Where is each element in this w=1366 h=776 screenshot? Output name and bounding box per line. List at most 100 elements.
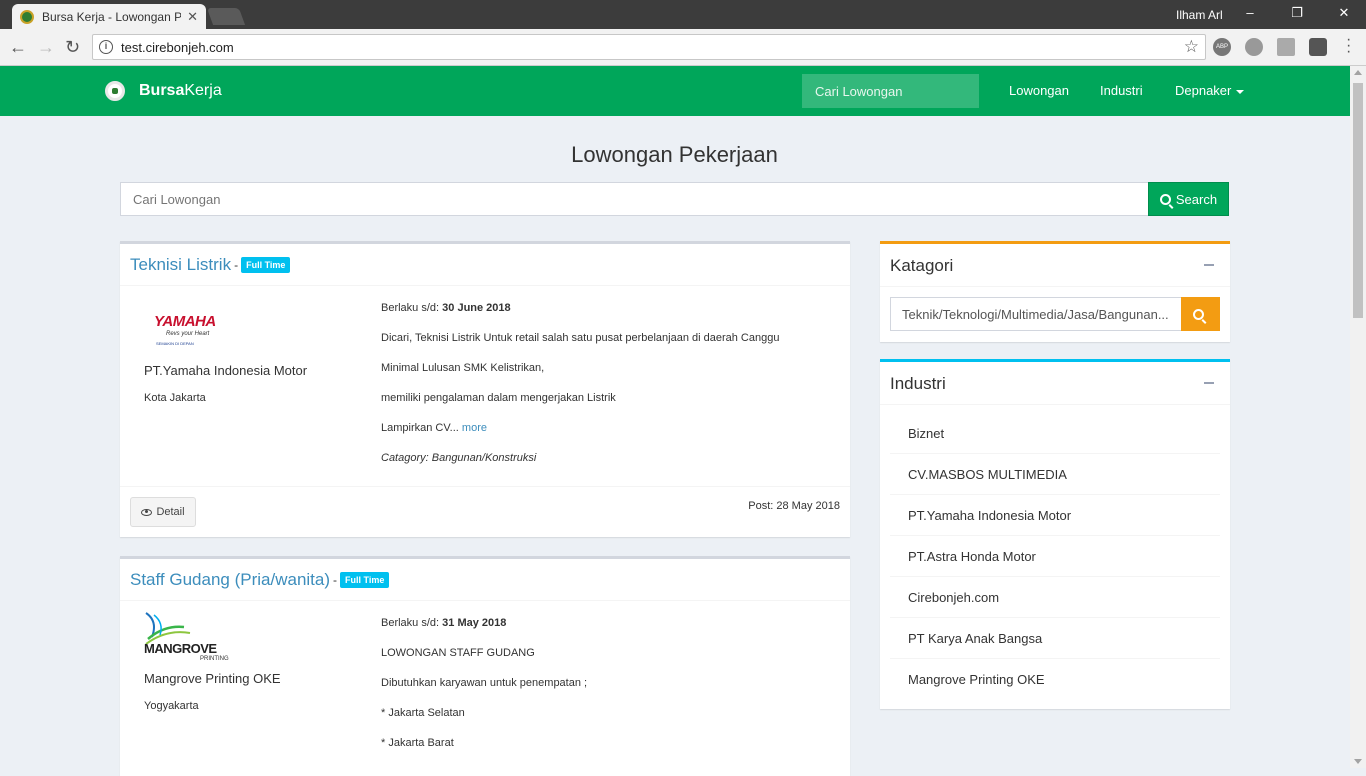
industri-item[interactable]: CV.MASBOS MULTIMEDIA	[890, 454, 1220, 495]
reload-icon[interactable]: ↻	[65, 38, 80, 56]
job-category: Catagory: Bangunan/Konstruksi	[381, 452, 537, 464]
nav-link-depnaker[interactable]: Depnaker	[1175, 83, 1245, 98]
industri-item[interactable]: Biznet	[890, 413, 1220, 454]
drive-extension-icon[interactable]	[1277, 38, 1295, 56]
description-line: memiliki pengalaman dalam mengerjakan Li…	[381, 392, 616, 404]
browser-menu-icon[interactable]: · · ·	[1346, 32, 1351, 60]
kategori-header: Katagori	[880, 244, 1230, 287]
close-tab-icon[interactable]: ✕	[187, 9, 198, 25]
search-icon	[1159, 193, 1171, 205]
bookmark-star-icon[interactable]: ☆	[1184, 37, 1199, 57]
forward-icon[interactable]: →	[37, 38, 55, 56]
job-card: Teknisi Listrik - Full Time YAMAHA Revs …	[120, 241, 850, 537]
nav-link-depnaker-label: Depnaker	[1175, 83, 1232, 98]
company-logo: YAMAHA Revs your Heart SEMAKIN DI DEPAN	[144, 299, 364, 357]
more-link[interactable]: more	[462, 422, 487, 434]
browser-toolbar: ← → ↻ i test.cirebonjeh.com ☆ ABP · · ·	[0, 29, 1366, 66]
navbar-search-input[interactable]: Cari Lowongan	[802, 74, 979, 108]
eye-icon	[141, 508, 153, 516]
restore-icon[interactable]: ❐	[1289, 5, 1305, 21]
brand-rest: Kerja	[184, 82, 222, 99]
search-icon	[1192, 308, 1204, 320]
description-line: * Jakarta Selatan	[381, 707, 465, 719]
company-city: Yogyakarta	[144, 700, 199, 712]
company-logo: MANGROVE PRINTING	[144, 611, 364, 663]
description-truncated: Lampirkan CV...	[381, 422, 459, 434]
yamaha-logo-tagline: Revs your Heart	[166, 331, 210, 337]
site-navbar: Bursa Kerja Cari Lowongan Lowongan Indust…	[0, 66, 1350, 116]
description-line: * Jakarta Barat	[381, 737, 454, 749]
kategori-search-button[interactable]	[1181, 297, 1220, 331]
job-card: Staff Gudang (Pria/wanita) - Full Time M…	[120, 556, 850, 776]
kategori-select[interactable]: Teknik/Teknologi/Multimedia/Jasa/Banguna…	[890, 297, 1182, 331]
job-title-link[interactable]: Teknisi Listrik	[130, 255, 231, 275]
brand-bold: Bursa	[139, 82, 185, 99]
company-name: Mangrove Printing OKE	[144, 671, 281, 686]
separator: -	[333, 572, 338, 587]
nav-link-lowongan[interactable]: Lowongan	[1009, 83, 1069, 98]
scroll-up-icon[interactable]	[1354, 70, 1362, 75]
industri-item[interactable]: PT.Astra Honda Motor	[890, 536, 1220, 577]
valid-label: Berlaku s/d:	[381, 302, 440, 314]
job-description: Berlaku s/d: 30 June 2018 Dicari, Teknis…	[381, 302, 821, 482]
browser-titlebar: Bursa Kerja - Lowongan P ✕ Ilham Arl – ❐…	[0, 0, 1366, 29]
post-date: Post: 28 May 2018	[748, 500, 840, 512]
industri-header: Industri	[880, 362, 1230, 405]
adblock-extension-icon[interactable]: ABP	[1213, 38, 1231, 56]
industri-item[interactable]: PT.Yamaha Indonesia Motor	[890, 495, 1220, 536]
detail-button[interactable]: Detail	[130, 497, 196, 527]
industri-box: Industri Biznet CV.MASBOS MULTIMEDIA PT.…	[880, 359, 1230, 709]
description-line: Dicari, Teknisi Listrik Untuk retail sal…	[381, 332, 780, 344]
separator: -	[234, 257, 239, 272]
industri-list: Biznet CV.MASBOS MULTIMEDIA PT.Yamaha In…	[880, 405, 1230, 700]
yamaha-logo-slogan: SEMAKIN DI DEPAN	[156, 341, 194, 346]
nav-link-industri[interactable]: Industri	[1100, 83, 1143, 98]
company-name: PT.Yamaha Indonesia Motor	[144, 363, 308, 378]
job-card-header: Teknisi Listrik - Full Time	[120, 244, 850, 286]
collapse-icon[interactable]	[1204, 264, 1214, 266]
kategori-title: Katagori	[890, 256, 954, 275]
valid-label: Berlaku s/d:	[381, 617, 440, 629]
minimize-icon[interactable]: –	[1242, 5, 1258, 20]
industri-item[interactable]: Mangrove Printing OKE	[890, 659, 1220, 700]
description-line: Minimal Lulusan SMK Kelistrikan,	[381, 362, 545, 374]
job-title-link[interactable]: Staff Gudang (Pria/wanita)	[130, 570, 330, 590]
site-info-icon[interactable]: i	[99, 40, 113, 54]
extension-icon[interactable]	[1245, 38, 1263, 56]
job-type-badge: Full Time	[241, 256, 291, 273]
mangrove-logo-text: MANGROVE	[144, 641, 217, 656]
valid-until: Berlaku s/d: 30 June 2018	[381, 302, 821, 332]
valid-date: 30 June 2018	[442, 302, 511, 314]
address-bar[interactable]: i test.cirebonjeh.com ☆	[92, 34, 1206, 60]
job-card-footer: Detail Post: 28 May 2018	[120, 486, 850, 537]
page-scrollbar[interactable]	[1350, 66, 1366, 768]
industri-item[interactable]: Cirebonjeh.com	[890, 577, 1220, 618]
scroll-down-icon[interactable]	[1354, 759, 1362, 764]
yamaha-logo-text: YAMAHA	[154, 313, 216, 330]
job-search-input[interactable]	[120, 182, 1149, 216]
job-search-bar: Search	[120, 182, 1229, 216]
description-last-line: Lampirkan CV... more	[381, 422, 821, 452]
tab-title: Bursa Kerja - Lowongan P	[42, 9, 182, 24]
brand[interactable]: Bursa Kerja	[105, 81, 222, 101]
collapse-icon[interactable]	[1204, 382, 1214, 384]
chevron-down-icon	[1236, 89, 1245, 94]
description-line: Dibutuhkan karyawan untuk penempatan ;	[381, 677, 588, 689]
mangrove-logo-sub: PRINTING	[200, 656, 229, 662]
browser-user-name[interactable]: Ilham Arl	[1176, 8, 1223, 22]
search-button[interactable]: Search	[1148, 182, 1229, 216]
page-title: Lowongan Pekerjaan	[571, 142, 778, 167]
extension-icon[interactable]	[1309, 38, 1327, 56]
close-window-icon[interactable]: ✕	[1336, 5, 1352, 21]
description-line: LOWONGAN STAFF GUDANG	[381, 647, 535, 659]
site-favicon-icon	[20, 9, 34, 24]
new-tab-button[interactable]	[206, 8, 246, 25]
industri-item[interactable]: PT Karya Anak Bangsa	[890, 618, 1220, 659]
scroll-thumb[interactable]	[1353, 83, 1363, 318]
brand-logo-icon	[105, 81, 125, 101]
detail-button-label: Detail	[156, 506, 185, 518]
browser-tab[interactable]: Bursa Kerja - Lowongan P ✕	[12, 4, 206, 29]
company-info: YAMAHA Revs your Heart SEMAKIN DI DEPAN …	[144, 299, 364, 404]
back-icon[interactable]: ←	[9, 38, 27, 56]
industri-title: Industri	[890, 374, 946, 393]
